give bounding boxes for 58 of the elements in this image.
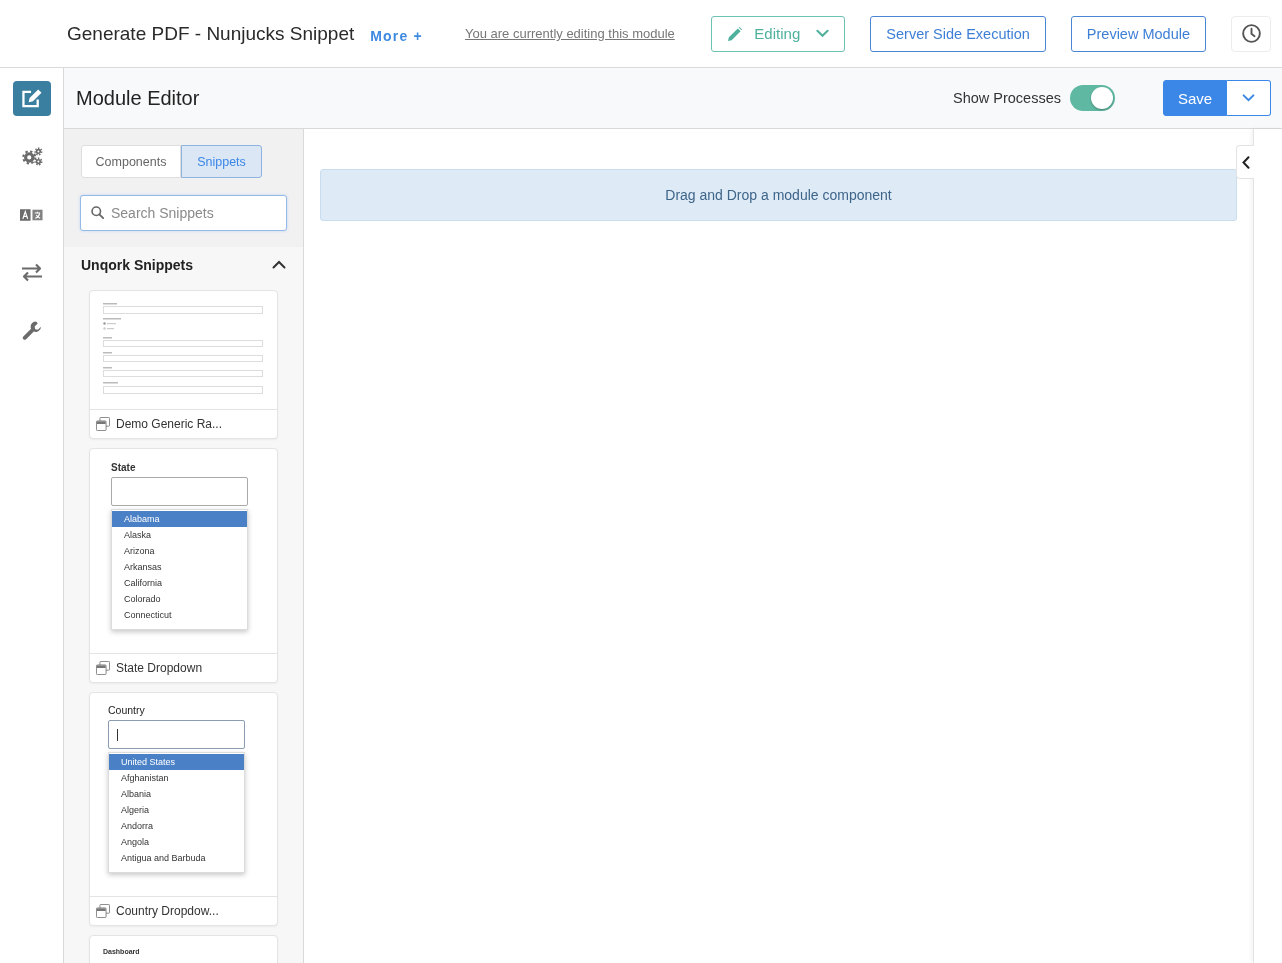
dropdown-option[interactable]: Antigua and Barbuda [109,850,244,866]
dropdown-option[interactable]: Andorra [109,818,244,834]
editor-title: Module Editor [76,86,200,110]
dropdown-option[interactable]: Arizona [112,543,247,559]
dropdown-option[interactable]: California [112,575,247,591]
chevron-down-icon [1242,94,1255,102]
snippet-name: Country Dropdow... [116,904,219,918]
more-link[interactable]: More + [370,27,423,44]
dropdown-option[interactable]: Albania [109,786,244,802]
snippet-card[interactable]: State Alabama Alaska Arizona Arkansas California Colorado Connecticut State Dropdown [89,448,278,683]
drop-zone-text: Drag and Drop a module component [665,187,892,203]
snippet-name: Demo Generic Ra... [116,417,223,431]
clock-icon [1241,24,1261,43]
show-processes-toggle[interactable] [1070,85,1115,111]
module-title: Generate PDF - Nunjucks Snippet [67,22,355,45]
field-label: State [111,461,136,474]
dropdown-option[interactable]: Alaska [112,527,247,543]
palette-tab[interactable]: Components [81,145,181,178]
search-icon [91,206,104,219]
dropdown-option[interactable]: Alabama [112,511,247,527]
snippet-card[interactable]: Demo Generic Ra... [89,290,278,439]
editing-notice-link[interactable]: You are currently editing this module [464,26,675,41]
chevron-up-icon[interactable] [272,260,286,269]
pencil-icon [728,26,743,41]
save-button[interactable]: Save [1163,80,1227,116]
dropdown-option[interactable]: Afghanistan [109,770,244,786]
gears-icon [20,147,43,166]
edit-icon [20,89,43,108]
search-field[interactable]: Search Snippets [80,195,287,231]
window-icon [96,661,110,675]
drop-zone[interactable]: Drag and Drop a module component [320,169,1237,221]
dropdown-option[interactable]: Angola [109,834,244,850]
field-label: Country [108,704,145,717]
show-processes-label: Show Processes [953,90,1061,106]
snippet-card[interactable]: Country United States Afghanistan Albania Algeria Andorra Angola Antigua and Barbuda Country Dropdow... [89,692,278,926]
server-side-execution-button[interactable]: Server Side Execution [870,15,1046,52]
history-button[interactable] [1231,15,1271,52]
editor-nav-button[interactable] [12,81,51,116]
window-icon [96,417,110,431]
dropdown-option[interactable]: Colorado [112,591,247,607]
wrench-icon [20,321,43,340]
text-cursor-icon [117,728,118,741]
window-icon [96,904,110,918]
save-menu-button[interactable] [1227,80,1271,116]
translate-icon [20,208,43,221]
dropdown-option[interactable]: Algeria [109,802,244,818]
section-title: Unqork Snippets [81,256,193,273]
dropdown-option[interactable]: Arkansas [112,559,247,575]
swap-arrows-icon [20,263,43,282]
chevron-down-icon [816,29,830,38]
dropdown-option[interactable]: United States [109,754,244,770]
dropdown-input[interactable] [111,477,248,506]
dropdown-input[interactable] [108,720,245,749]
snippet-name: State Dropdown [116,661,203,675]
chevron-left-icon [1241,155,1250,169]
collapse-panel-button[interactable] [1236,145,1254,179]
preview-module-button[interactable]: Preview Module [1070,15,1206,52]
dropdown-option[interactable]: Connecticut [112,607,247,623]
